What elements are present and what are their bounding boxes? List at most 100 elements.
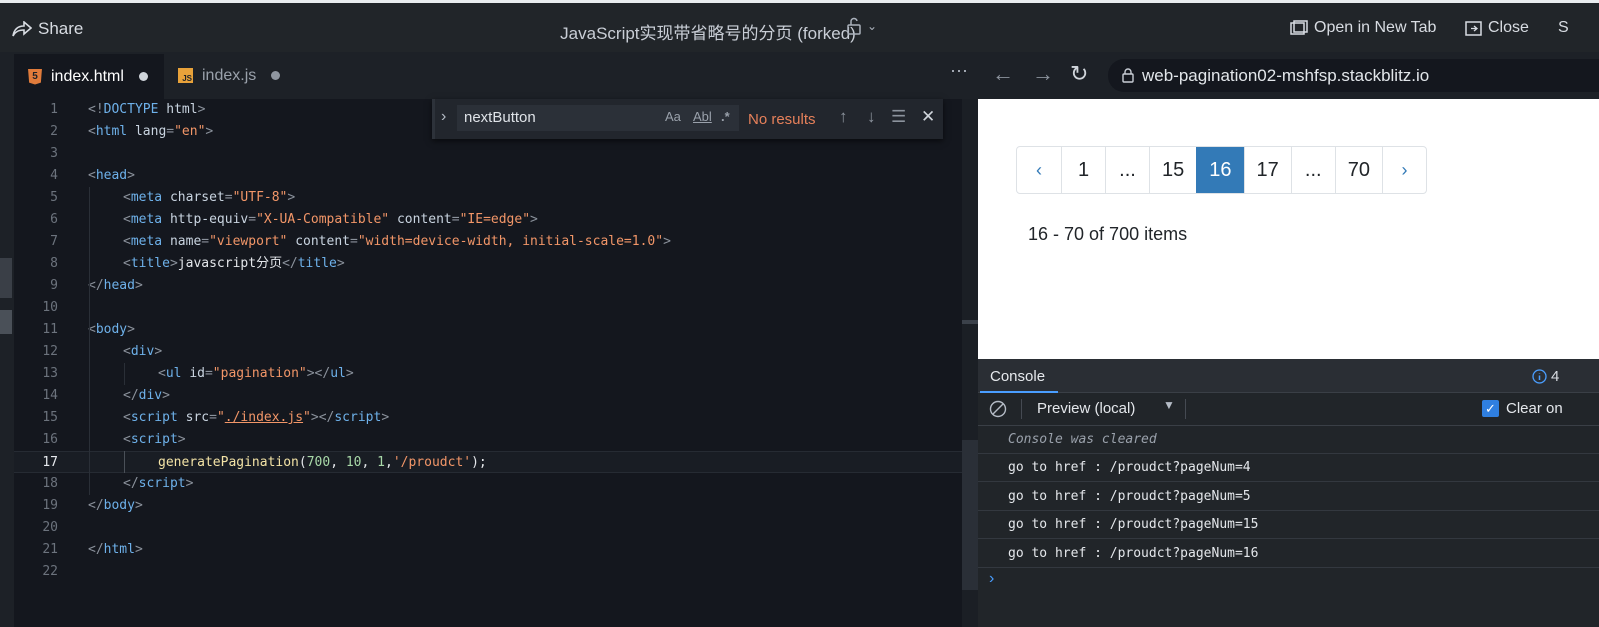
code-text: </script> — [123, 473, 193, 495]
code-line[interactable]: 8 <title>javascript分页</title> — [14, 253, 962, 275]
code-line[interactable]: 11 <body> — [14, 319, 962, 341]
code-token: , — [330, 455, 346, 470]
prev-page-button[interactable]: ‹ — [1017, 147, 1061, 193]
code-token: script — [138, 476, 186, 491]
code-token: id — [189, 366, 205, 381]
code-token: > — [663, 234, 671, 249]
clear-console-icon[interactable] — [989, 400, 1007, 423]
code-token: < — [123, 344, 131, 359]
code-line[interactable]: 18 </script> — [14, 473, 962, 495]
code-line[interactable]: 9 </head> — [14, 275, 962, 297]
more-actions-icon[interactable]: ··· — [950, 60, 968, 81]
line-number: 8 — [50, 256, 58, 271]
tab-label: index.html — [51, 67, 124, 85]
code-token: ); — [471, 455, 487, 470]
line-number: 16 — [42, 432, 58, 447]
code-line[interactable]: 13 <ul id="pagination"></ul> — [14, 363, 962, 385]
line-number: 20 — [42, 520, 58, 535]
gutter-marker — [0, 258, 12, 298]
code-line[interactable]: 3 — [14, 143, 962, 165]
code-line[interactable]: 21 </html> — [14, 539, 962, 561]
code-token: = — [209, 410, 217, 425]
forward-arrow-icon[interactable]: → — [1032, 62, 1054, 86]
open-new-tab-button[interactable]: Open in New Tab — [1290, 19, 1436, 37]
page-button[interactable]: 15 — [1149, 147, 1196, 193]
code-line[interactable]: 7 <meta name="viewport" content="width=de… — [14, 231, 962, 253]
code-token: "X-UA-Compatible" — [256, 212, 397, 227]
code-line[interactable]: 4 <head> — [14, 165, 962, 187]
code-editor[interactable]: 1 <!DOCTYPE html> 2 <html lang="en"> 3 4 <head… — [14, 99, 962, 627]
close-button[interactable]: Close — [1465, 19, 1529, 37]
code-line[interactable]: 19 </body> — [14, 495, 962, 517]
code-token: = — [224, 190, 233, 205]
code-line[interactable]: 15 <script src="./index.js"></script> — [14, 407, 962, 429]
code-line[interactable]: 16 <script> — [14, 429, 962, 451]
clear-on-checkbox[interactable]: ✓ — [1482, 400, 1499, 417]
code-text: <meta http-equiv="X-UA-Compatible" conte… — [123, 209, 538, 231]
code-text: </head> — [88, 275, 143, 297]
code-token: < — [88, 124, 96, 139]
gutter-marker — [0, 310, 12, 334]
code-token: = — [451, 212, 460, 227]
code-line[interactable]: 20 — [14, 517, 962, 539]
next-page-button[interactable]: › — [1382, 147, 1426, 193]
code-line[interactable]: 14 </div> — [14, 385, 962, 407]
visibility-toggle[interactable]: ⌄ — [847, 17, 877, 35]
line-number: 15 — [42, 410, 58, 425]
line-number: 11 — [42, 322, 58, 337]
tab-index-js[interactable]: JS index.js — [164, 52, 304, 99]
back-arrow-icon[interactable]: ← — [992, 62, 1014, 86]
code-line[interactable]: 6 <meta http-equiv="X-UA-Compatible" cont… — [14, 209, 962, 231]
code-token: > — [162, 388, 170, 403]
code-token: 1 — [377, 455, 385, 470]
console-count-badge: 4 — [1532, 368, 1559, 385]
code-line[interactable]: 5 <meta charset="UTF-8"> — [14, 187, 962, 209]
toggle-replace-chevron-icon[interactable]: › — [441, 108, 446, 126]
code-token: script — [334, 410, 382, 425]
code-line[interactable]: 12 <div> — [14, 341, 962, 363]
code-token: < — [158, 366, 166, 381]
code-token: > — [345, 366, 354, 381]
close-panel-icon — [1465, 20, 1482, 36]
code-token: = — [166, 124, 175, 139]
code-token: " — [216, 410, 225, 425]
find-in-selection-icon[interactable]: ☰ — [891, 107, 906, 127]
page-button[interactable]: 17 — [1243, 147, 1291, 193]
scrollbar-thumb[interactable] — [962, 320, 978, 324]
console-prompt-icon[interactable]: › — [989, 570, 994, 588]
dropdown-caret-icon[interactable]: ▼ — [1163, 398, 1175, 412]
previous-match-icon[interactable]: ↑ — [839, 107, 848, 127]
code-token: html — [95, 124, 135, 139]
tab-console[interactable]: Console — [990, 368, 1045, 385]
code-line[interactable]: 17 generatePagination(700, 10, 1,'/proudc… — [14, 451, 962, 473]
whole-word-toggle[interactable]: Abl — [693, 109, 712, 124]
code-token: > — [134, 542, 143, 557]
code-token: body — [103, 498, 135, 513]
reload-icon[interactable]: ↻ — [1070, 62, 1088, 86]
code-token: > — [154, 344, 163, 359]
code-token: < — [88, 168, 96, 183]
close-find-icon[interactable]: ✕ — [921, 107, 935, 127]
regex-toggle[interactable]: .* — [721, 109, 730, 124]
unlock-icon — [847, 17, 861, 35]
line-number: 21 — [42, 542, 58, 557]
code-line[interactable]: 22 — [14, 561, 962, 583]
page-button[interactable]: 16 — [1196, 147, 1244, 193]
match-case-toggle[interactable]: Aa — [665, 109, 681, 124]
code-text: <script src="./index.js"></script> — [123, 407, 389, 429]
code-token: "viewport" — [209, 234, 296, 249]
code-text: <!DOCTYPE html> — [88, 99, 205, 121]
indent-guide — [124, 363, 125, 385]
page-button[interactable]: 1 — [1061, 147, 1105, 193]
code-line[interactable]: 10 — [14, 297, 962, 319]
context-select[interactable]: Preview (local) — [1037, 400, 1135, 417]
url-text: web-pagination02-mshfsp.stackblitz.io — [1142, 65, 1430, 85]
next-match-icon[interactable]: ↓ — [867, 107, 876, 127]
code-token: charset — [169, 190, 225, 205]
code-token: ></ — [306, 366, 331, 381]
code-token: > — [530, 212, 538, 227]
url-bar[interactable]: web-pagination02-mshfsp.stackblitz.io — [1108, 59, 1599, 92]
tab-index-html[interactable]: 5 index.html — [14, 52, 164, 99]
code-token: http-equiv — [169, 212, 249, 227]
page-button[interactable]: 70 — [1334, 147, 1382, 193]
